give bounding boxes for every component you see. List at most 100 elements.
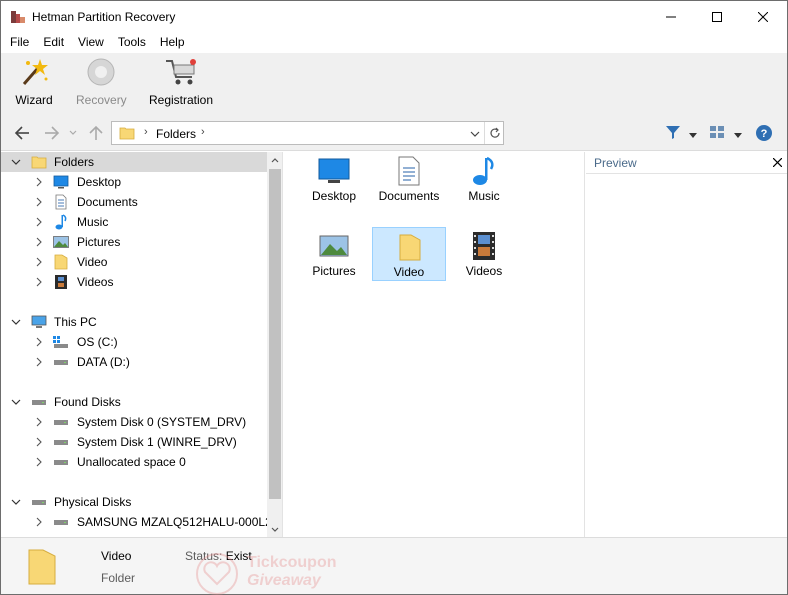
chevron-right-icon[interactable] [33, 172, 45, 192]
chevron-right-icon[interactable] [33, 232, 45, 252]
chevron-right-icon[interactable] [33, 452, 45, 472]
watermark-text: Tickcoupon [247, 554, 337, 571]
picture-icon [53, 234, 69, 250]
system-drive-icon [53, 334, 69, 350]
chevron-right-icon[interactable] [33, 432, 45, 452]
breadcrumb-chevron-icon[interactable]: › [144, 126, 148, 138]
chevron-right-icon[interactable] [33, 512, 45, 532]
breadcrumb-chevron-icon[interactable]: › [201, 126, 205, 138]
chevron-right-icon[interactable] [33, 252, 45, 272]
desktop-icon [318, 156, 350, 186]
drive-icon [53, 434, 69, 450]
folder-tree: Folders Desktop Documents Music Pictures… [1, 152, 283, 537]
picture-icon [318, 231, 350, 261]
tree-item-label: This PC [54, 315, 97, 329]
close-button[interactable] [740, 1, 786, 32]
recovery-button[interactable]: Recovery [76, 57, 127, 107]
document-icon [53, 194, 69, 210]
view-mode-button[interactable] [709, 124, 725, 143]
chevron-right-icon[interactable] [33, 412, 45, 432]
tree-item-os-c[interactable]: OS (C:) [1, 332, 267, 352]
svg-text:?: ? [761, 128, 768, 140]
close-icon [758, 11, 768, 22]
tree-item-label: Music [77, 215, 109, 229]
help-button[interactable]: ? [755, 124, 773, 145]
tree-item-label: SAMSUNG MZALQ512HALU-000L2 [77, 515, 272, 529]
address-dropdown-button[interactable] [470, 127, 480, 141]
scroll-up-button[interactable] [267, 152, 282, 168]
chevron-right-icon[interactable] [33, 332, 45, 352]
app-logo-icon [10, 9, 26, 25]
tree-item-this-pc[interactable]: This PC [1, 312, 267, 332]
tree-item-pictures[interactable]: Pictures [1, 232, 267, 252]
tree-item-label: Found Disks [54, 395, 121, 409]
chevron-down-icon[interactable] [10, 312, 22, 332]
title-bar: Hetman Partition Recovery [1, 1, 787, 32]
chevron-down-icon[interactable] [10, 392, 22, 412]
scroll-down-button[interactable] [267, 521, 282, 537]
up-button[interactable] [87, 124, 105, 142]
preview-close-button[interactable] [770, 155, 784, 169]
view-mode-dropdown-button[interactable] [734, 128, 742, 142]
tree-item-system-disk-0[interactable]: System Disk 0 (SYSTEM_DRV) [1, 412, 267, 432]
tree-item-found-disks[interactable]: Found Disks [1, 392, 267, 412]
selected-item-type: Folder [101, 571, 136, 585]
tree-item-folders[interactable]: Folders [1, 152, 267, 172]
tree-item-samsung-disk[interactable]: SAMSUNG MZALQ512HALU-000L2 [1, 512, 272, 532]
content-item-videos[interactable]: Videos [447, 227, 521, 281]
menu-help[interactable]: Help [153, 32, 192, 53]
tree-item-label: System Disk 0 (SYSTEM_DRV) [77, 415, 247, 429]
tree-item-videos[interactable]: Videos [1, 272, 267, 292]
breadcrumb-folders[interactable]: Folders [156, 127, 196, 141]
drive-icon [53, 514, 69, 530]
tree-item-desktop[interactable]: Desktop [1, 172, 267, 192]
magic-wand-icon [22, 59, 48, 85]
refresh-button[interactable] [484, 122, 504, 144]
content-item-pictures[interactable]: Pictures [297, 227, 371, 281]
wizard-button[interactable]: Wizard [13, 57, 55, 107]
maximize-icon [712, 11, 722, 22]
music-note-icon [53, 214, 69, 230]
tree-item-system-disk-1[interactable]: System Disk 1 (WINRE_DRV) [1, 432, 267, 452]
address-bar[interactable]: › Folders › [111, 121, 504, 145]
chevron-right-icon[interactable] [33, 192, 45, 212]
filter-button[interactable] [665, 124, 681, 143]
tree-item-unallocated-space-0[interactable]: Unallocated space 0 [1, 452, 267, 472]
forward-button[interactable] [43, 124, 61, 142]
tree-item-video[interactable]: Video [1, 252, 267, 272]
content-item-video[interactable]: Video [372, 227, 446, 281]
tree-item-music[interactable]: Music [1, 212, 267, 232]
chevron-down-icon[interactable] [10, 152, 22, 172]
tree-item-label: Documents [77, 195, 138, 209]
maximize-button[interactable] [694, 1, 740, 32]
tree-scrollbar[interactable] [267, 152, 282, 537]
content-item-music[interactable]: Music [447, 152, 521, 206]
chevron-right-icon[interactable] [33, 352, 45, 372]
back-button[interactable] [13, 124, 31, 142]
chevron-right-icon[interactable] [33, 212, 45, 232]
tree-item-data-d[interactable]: DATA (D:) [1, 352, 267, 372]
filter-icon [666, 126, 680, 139]
content-item-desktop[interactable]: Desktop [297, 152, 371, 206]
menu-edit[interactable]: Edit [36, 32, 71, 53]
watermark: Tickcoupon Giveaway [191, 552, 337, 595]
folder-content-view: Desktop Documents Music Pictures Video V… [283, 152, 585, 537]
menu-file[interactable]: File [3, 32, 36, 53]
tree-item-physical-disks[interactable]: Physical Disks [1, 492, 267, 512]
filter-dropdown-button[interactable] [689, 128, 697, 142]
help-icon: ? [756, 125, 772, 141]
preview-panel: Preview [586, 152, 787, 537]
chevron-right-icon[interactable] [33, 272, 45, 292]
folder-icon [53, 254, 69, 270]
tree-item-documents[interactable]: Documents [1, 192, 267, 212]
menu-view[interactable]: View [71, 32, 111, 53]
chevron-down-icon[interactable] [10, 492, 22, 512]
content-item-label: Documents [378, 189, 440, 203]
scroll-thumb[interactable] [269, 169, 281, 499]
minimize-button[interactable] [648, 1, 694, 32]
menu-tools[interactable]: Tools [111, 32, 153, 53]
history-dropdown-button[interactable] [64, 124, 82, 142]
registration-button[interactable]: Registration [149, 57, 213, 107]
content-item-documents[interactable]: Documents [372, 152, 446, 206]
status-bar: Video Folder Status: Exist Tickcoupon Gi… [1, 537, 787, 595]
